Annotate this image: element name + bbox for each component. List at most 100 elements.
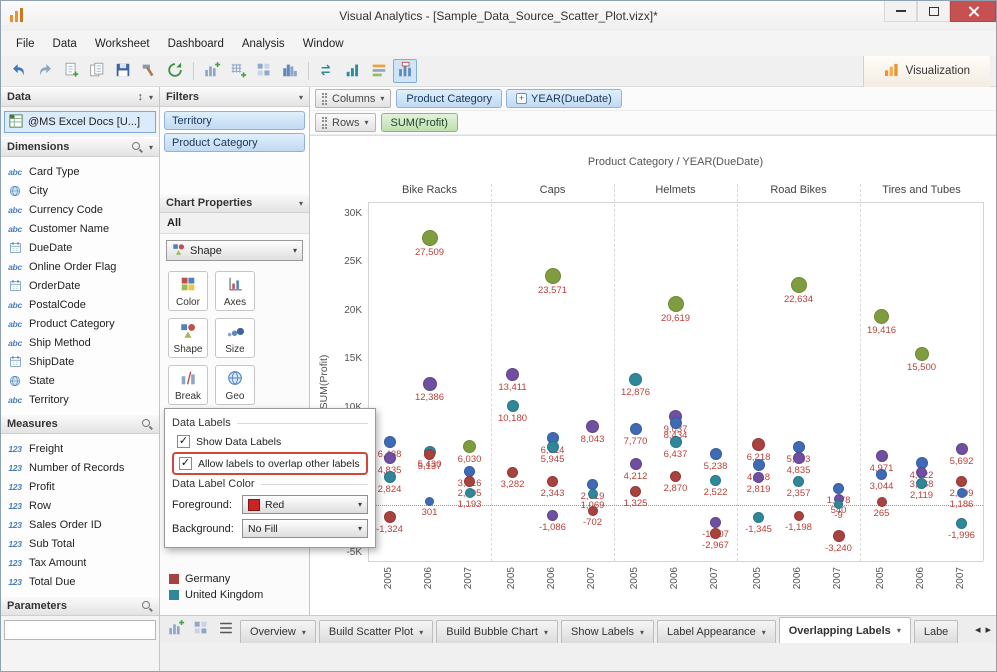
titlebar[interactable]: Visual Analytics - [Sample_Data_Source_S…: [1, 1, 996, 31]
search-dimensions-icon[interactable]: [131, 141, 143, 153]
field-sub-total[interactable]: 123 Sub Total: [1, 534, 159, 553]
background-color-dropdown[interactable]: No Fill ▾: [242, 519, 368, 538]
menu-analysis[interactable]: Analysis: [233, 34, 294, 54]
data-point[interactable]: [790, 276, 807, 293]
pill-sum-profit[interactable]: SUM(Profit): [380, 113, 458, 132]
data-point[interactable]: [547, 476, 558, 488]
tab-show-labels[interactable]: Show Labels ▾: [561, 620, 655, 643]
minimize-button[interactable]: [884, 1, 917, 22]
field-tax-amount[interactable]: 123 Tax Amount: [1, 553, 159, 572]
field-number-of-records[interactable]: 123 Number of Records: [1, 458, 159, 477]
data-point[interactable]: [956, 518, 967, 530]
field-customer-name[interactable]: abc Customer Name: [1, 219, 159, 238]
data-point[interactable]: [956, 475, 967, 487]
data-point[interactable]: [422, 377, 437, 392]
data-point[interactable]: [544, 267, 561, 284]
color-button[interactable]: Color: [168, 271, 208, 311]
data-point[interactable]: [587, 489, 598, 500]
data-point[interactable]: [546, 440, 559, 453]
geo-button[interactable]: Geo: [215, 365, 255, 405]
data-point[interactable]: [629, 457, 642, 470]
menu-window[interactable]: Window: [294, 34, 353, 54]
pill-year-duedate[interactable]: + YEAR(DueDate): [506, 89, 622, 108]
data-point[interactable]: [710, 474, 721, 486]
scatter-plot[interactable]: Product Category / YEAR(DueDate) SUM(Prof…: [310, 135, 996, 615]
chart-properties-scope[interactable]: All: [160, 213, 309, 234]
measures-header[interactable]: Measures: [1, 414, 159, 434]
field-sales-order-id[interactable]: 123 Sales Order ID: [1, 515, 159, 534]
filter-pill-product-category[interactable]: Product Category: [164, 133, 305, 152]
data-point[interactable]: [630, 486, 641, 498]
data-panel-header[interactable]: Data ↕ ▾: [1, 87, 159, 107]
tab-build-bubble-chart[interactable]: Build Bubble Chart ▾: [436, 620, 558, 643]
data-point[interactable]: [506, 399, 519, 412]
field-total-due[interactable]: 123 Total Due: [1, 572, 159, 591]
scroll-tabs-left-icon[interactable]: ◂: [975, 623, 981, 636]
data-point[interactable]: [834, 500, 843, 510]
undo-button[interactable]: [7, 59, 31, 83]
field-online-order-flag[interactable]: abc Online Order Flag: [1, 257, 159, 276]
sheet-list-button[interactable]: [216, 619, 236, 639]
chevron-down-icon[interactable]: ▾: [419, 628, 423, 637]
data-point[interactable]: [669, 416, 682, 429]
data-point[interactable]: [629, 373, 642, 387]
chevron-down-icon[interactable]: ▾: [762, 628, 766, 637]
data-point[interactable]: [587, 506, 598, 517]
filter-pill-territory[interactable]: Territory: [164, 111, 305, 130]
tab-build-scatter-plot[interactable]: Build Scatter Plot ▾: [318, 620, 434, 643]
show-data-labels-checkbox[interactable]: ✓: [177, 435, 190, 448]
data-point[interactable]: [421, 229, 438, 246]
data-point[interactable]: [792, 440, 805, 453]
refresh-data-button[interactable]: [163, 59, 187, 83]
data-point[interactable]: [876, 469, 887, 481]
chevron-down-icon[interactable]: ▾: [149, 93, 153, 102]
dimensions-header[interactable]: Dimensions ▾: [1, 137, 159, 157]
overlap-labels-option[interactable]: ✓ Allow labels to overlap other labels: [174, 454, 366, 473]
menu-worksheet[interactable]: Worksheet: [86, 34, 159, 54]
search-measures-icon[interactable]: [142, 418, 153, 430]
field-state[interactable]: State: [1, 371, 159, 390]
break-button[interactable]: Break: [168, 365, 208, 405]
field-row[interactable]: 123 Row: [1, 496, 159, 515]
add-crosstab-button[interactable]: [226, 59, 250, 83]
new-dashboard-button[interactable]: [191, 619, 211, 639]
chevron-down-icon[interactable]: ▾: [640, 628, 644, 637]
parameters-box[interactable]: [4, 620, 156, 640]
foreground-color-dropdown[interactable]: Red ▾: [242, 495, 368, 514]
field-duedate[interactable]: DueDate: [1, 238, 159, 257]
menu-data[interactable]: Data: [44, 34, 86, 54]
data-point[interactable]: [383, 471, 396, 484]
data-point[interactable]: [463, 439, 476, 453]
data-point[interactable]: [383, 436, 396, 449]
shape-button[interactable]: Shape: [168, 318, 208, 358]
parameters-header[interactable]: Parameters: [1, 596, 159, 616]
data-point[interactable]: [464, 475, 475, 487]
data-point[interactable]: [507, 467, 518, 479]
field-orderdate[interactable]: OrderDate: [1, 276, 159, 295]
tools-button[interactable]: [137, 59, 161, 83]
data-point[interactable]: [792, 451, 805, 464]
save-button[interactable]: [111, 59, 135, 83]
expand-icon[interactable]: +: [516, 93, 528, 104]
data-point[interactable]: [914, 347, 929, 362]
field-ship-method[interactable]: abc Ship Method: [1, 333, 159, 352]
data-point[interactable]: [793, 476, 804, 488]
chevron-down-icon[interactable]: ▾: [299, 93, 303, 102]
maximize-button[interactable]: [917, 1, 950, 22]
chevron-down-icon[interactable]: ▾: [302, 628, 306, 637]
swap-axes-button[interactable]: [315, 59, 339, 83]
scroll-tabs-right-icon[interactable]: ▸: [985, 623, 991, 636]
tab-labe[interactable]: Labe: [913, 620, 959, 643]
data-point[interactable]: [753, 512, 764, 524]
data-point[interactable]: [876, 496, 887, 507]
data-point[interactable]: [383, 511, 396, 524]
field-card-type[interactable]: abc Card Type: [1, 162, 159, 181]
data-point[interactable]: [383, 451, 396, 464]
rows-shelf-control[interactable]: Rows ▾: [315, 113, 376, 132]
data-point[interactable]: [464, 487, 475, 498]
filters-header[interactable]: Filters ▾: [160, 87, 309, 107]
chevron-down-icon[interactable]: ▾: [544, 628, 548, 637]
data-point[interactable]: [752, 458, 765, 471]
menu-file[interactable]: File: [7, 34, 44, 54]
field-city[interactable]: City: [1, 181, 159, 200]
